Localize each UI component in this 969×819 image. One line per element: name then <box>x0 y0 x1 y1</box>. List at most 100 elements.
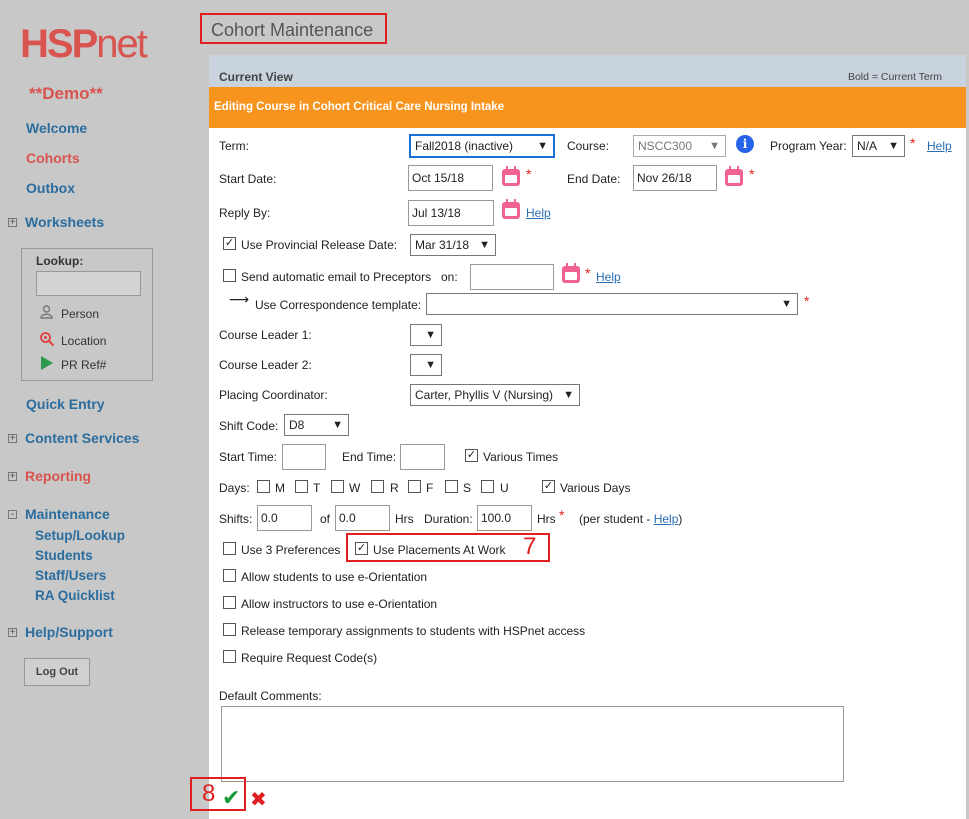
shifts-of-input[interactable]: 0.0 <box>335 505 390 531</box>
provincial-release-checkbox[interactable]: ✓ <box>223 237 236 250</box>
calendar-icon[interactable] <box>562 263 580 283</box>
collapse-maintenance-icon[interactable]: - <box>8 510 17 520</box>
lookup-person[interactable]: Person <box>39 305 99 322</box>
day-m-checkbox[interactable] <box>257 480 270 493</box>
send-email-checkbox[interactable] <box>223 269 236 282</box>
required-mark: * <box>910 135 916 151</box>
placing-coordinator-label: Placing Coordinator: <box>219 388 328 402</box>
sidebar-item-content-services[interactable]: Content Services <box>25 430 139 446</box>
of-label: of <box>320 512 331 526</box>
editing-banner: Editing Course in Cohort Critical Care N… <box>209 87 966 128</box>
sidebar-item-outbox[interactable]: Outbox <box>26 180 75 196</box>
sidebar-item-staff-users[interactable]: Staff/Users <box>35 568 106 583</box>
day-r-label: R <box>390 481 399 495</box>
term-select[interactable]: Fall2018 (inactive) ▼ <box>410 135 554 157</box>
course-select[interactable]: NSCC300 ▼ <box>633 135 726 157</box>
lookup-input[interactable] <box>36 271 141 296</box>
sidebar-item-maintenance[interactable]: Maintenance <box>25 506 110 522</box>
provincial-release-select[interactable]: Mar 31/18 ▼ <box>410 234 496 256</box>
start-time-label: Start Time: <box>219 450 278 464</box>
sidebar: HSPnet **Demo** Welcome Cohorts Outbox +… <box>0 0 180 819</box>
current-view-bar: Current View Bold = Current Term <box>209 55 966 87</box>
lookup-pr-ref[interactable]: PR Ref# <box>39 356 106 373</box>
program-year-label: Program Year: <box>770 139 847 153</box>
annotation-8: 8 <box>202 780 216 807</box>
shift-code-select[interactable]: D8 ▼ <box>284 414 349 436</box>
sidebar-item-reporting[interactable]: Reporting <box>25 468 91 484</box>
shifts-input[interactable]: 0.0 <box>257 505 312 531</box>
required-mark: * <box>749 166 755 182</box>
course-leader-2-label: Course Leader 2: <box>219 358 312 372</box>
day-r-checkbox[interactable] <box>371 480 384 493</box>
expand-content-services-icon[interactable]: + <box>8 434 17 444</box>
lookup-box: Lookup: Person Location PR Ref# <box>21 248 153 381</box>
release-temporary-checkbox[interactable] <box>223 623 236 636</box>
day-u-checkbox[interactable] <box>481 480 494 493</box>
program-year-help-link[interactable]: Help <box>927 139 952 153</box>
various-times-checkbox[interactable]: ✓ <box>465 449 478 462</box>
program-year-select[interactable]: N/A ▼ <box>852 135 905 157</box>
send-email-date-input[interactable] <box>470 264 554 290</box>
annotation-7: 7 <box>523 533 537 560</box>
various-days-checkbox[interactable]: ✓ <box>542 480 555 493</box>
allow-instructors-orientation-label: Allow instructors to use e-Orientation <box>241 597 438 611</box>
calendar-icon[interactable] <box>502 166 520 186</box>
sidebar-item-quick-entry[interactable]: Quick Entry <box>26 396 105 412</box>
send-email-help-link[interactable]: Help <box>596 270 621 284</box>
end-date-input[interactable]: Nov 26/18 <box>633 165 717 191</box>
require-request-code-checkbox[interactable] <box>223 650 236 663</box>
reply-by-label: Reply By: <box>219 206 271 220</box>
reply-by-help-link[interactable]: Help <box>526 206 551 220</box>
day-s-checkbox[interactable] <box>445 480 458 493</box>
demo-label: **Demo** <box>29 84 103 103</box>
end-time-input[interactable] <box>400 444 445 470</box>
per-student-help-link[interactable]: Help <box>654 512 679 526</box>
info-icon[interactable]: i <box>736 135 754 153</box>
page-title: Cohort Maintenance <box>211 20 374 40</box>
course-leader-1-select[interactable]: ▼ <box>410 324 442 346</box>
correspondence-select[interactable]: ▼ <box>426 293 798 315</box>
default-comments-label: Default Comments: <box>219 689 322 703</box>
day-u-label: U <box>500 481 509 495</box>
course-leader-2-select[interactable]: ▼ <box>410 354 442 376</box>
sidebar-item-setup-lookup[interactable]: Setup/Lookup <box>35 528 125 543</box>
day-w-label: W <box>349 481 361 495</box>
required-mark: * <box>526 166 532 182</box>
day-f-checkbox[interactable] <box>408 480 421 493</box>
day-t-checkbox[interactable] <box>295 480 308 493</box>
hspnet-logo[interactable]: HSPnet <box>20 22 148 67</box>
save-check-icon[interactable]: ✔ <box>222 785 240 811</box>
expand-reporting-icon[interactable]: + <box>8 472 17 482</box>
sidebar-item-cohorts[interactable]: Cohorts <box>26 150 80 166</box>
placing-coordinator-select[interactable]: Carter, Phyllis V (Nursing) ▼ <box>410 384 580 406</box>
required-mark: * <box>559 507 565 523</box>
release-temporary-label: Release temporary assignments to student… <box>241 624 586 638</box>
main-panel: Current View Bold = Current Term Editing… <box>209 55 966 819</box>
current-term-note: Bold = Current Term <box>847 71 942 83</box>
sidebar-item-help-support[interactable]: Help/Support <box>25 624 113 640</box>
allow-students-orientation-checkbox[interactable] <box>223 569 236 582</box>
person-icon <box>39 305 53 322</box>
sidebar-item-welcome[interactable]: Welcome <box>26 120 87 136</box>
chevron-down-icon: ▼ <box>709 140 720 152</box>
reply-by-input[interactable]: Jul 13/18 <box>408 200 494 226</box>
sidebar-item-students[interactable]: Students <box>35 548 93 563</box>
allow-instructors-orientation-checkbox[interactable] <box>223 596 236 609</box>
lookup-location[interactable]: Location <box>39 331 106 350</box>
calendar-icon[interactable] <box>502 199 520 219</box>
sidebar-item-ra-quicklist[interactable]: RA Quicklist <box>35 588 115 603</box>
day-w-checkbox[interactable] <box>331 480 344 493</box>
expand-worksheets-icon[interactable]: + <box>8 218 17 228</box>
default-comments-textarea[interactable] <box>221 706 844 782</box>
duration-input[interactable]: 100.0 <box>477 505 532 531</box>
cancel-x-icon[interactable]: ✖ <box>250 787 267 812</box>
use-3-preferences-checkbox[interactable] <box>223 542 236 555</box>
term-label: Term: <box>219 139 249 153</box>
calendar-icon[interactable] <box>725 166 743 186</box>
start-date-input[interactable]: Oct 15/18 <box>408 165 493 191</box>
expand-help-support-icon[interactable]: + <box>8 628 17 638</box>
logout-button[interactable]: Log Out <box>24 658 90 686</box>
start-time-input[interactable] <box>282 444 326 470</box>
hrs-label: Hrs <box>395 512 414 526</box>
sidebar-item-worksheets[interactable]: Worksheets <box>25 214 104 230</box>
